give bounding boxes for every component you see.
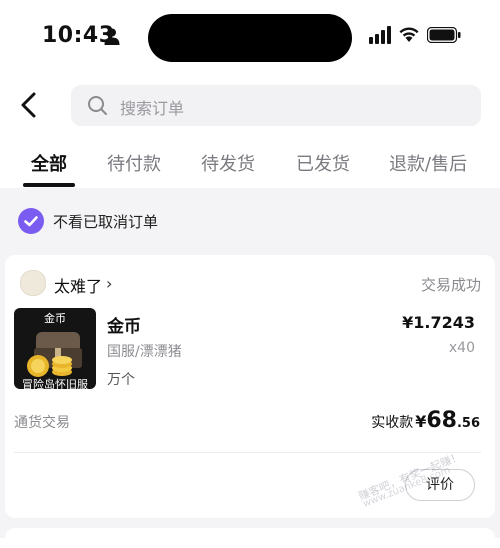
tab-pending-payment[interactable]: 待付款 — [107, 150, 161, 176]
divider — [14, 452, 481, 453]
search-icon — [88, 96, 107, 115]
unit-price: ¥1.7243 — [402, 313, 475, 332]
tab-all[interactable]: 全部 — [31, 150, 67, 176]
order-status: 交易成功 — [420, 276, 481, 294]
amount-received-label: 实收款 — [371, 415, 414, 431]
status-bar: 10:43 — [0, 0, 500, 74]
amount-received: 实收款 ¥68.56 — [371, 408, 480, 433]
dynamic-island — [148, 14, 352, 62]
thumbnail-game-name: 冒险岛怀旧服 — [22, 378, 88, 389]
search-placeholder: 搜索订单 — [120, 99, 185, 118]
amount-currency: ¥ — [415, 412, 427, 431]
person-icon — [104, 28, 120, 45]
quantity: x40 — [448, 340, 475, 356]
tab-shipped[interactable]: 已发货 — [296, 150, 350, 176]
item-server: 国服/漂漂猪 — [107, 344, 182, 360]
tab-refund-after-sale[interactable]: 退款/售后 — [389, 150, 467, 176]
active-tab-indicator — [23, 183, 75, 187]
order-tabs: 全部 待付款 待发货 已发货 退款/售后 — [0, 140, 500, 188]
battery-icon — [427, 27, 461, 43]
item-name[interactable]: 金币 — [107, 312, 141, 337]
chevron-right-icon[interactable]: › — [106, 274, 112, 293]
search-input[interactable]: 搜索订单 — [71, 85, 481, 126]
shop-name[interactable]: 太难了 — [54, 273, 102, 297]
checkmark-icon — [24, 216, 38, 227]
treasure-chest-coins-icon — [27, 332, 82, 377]
shop-avatar[interactable] — [20, 270, 46, 296]
product-thumbnail[interactable]: 金币 冒险岛怀旧服 — [14, 308, 96, 389]
amount-decimal: .56 — [456, 416, 480, 431]
back-icon[interactable] — [14, 88, 44, 122]
tab-pending-shipment[interactable]: 待发货 — [201, 150, 255, 176]
filter-label: 不看已取消订单 — [53, 213, 159, 231]
checkbox[interactable] — [18, 208, 44, 234]
trade-type: 通货交易 — [14, 415, 70, 431]
next-order-card[interactable] — [5, 528, 495, 548]
amount-integer: 68 — [426, 408, 457, 433]
item-unit: 万个 — [107, 372, 135, 388]
wifi-icon — [399, 27, 419, 42]
cellular-signal-icon — [369, 26, 391, 44]
